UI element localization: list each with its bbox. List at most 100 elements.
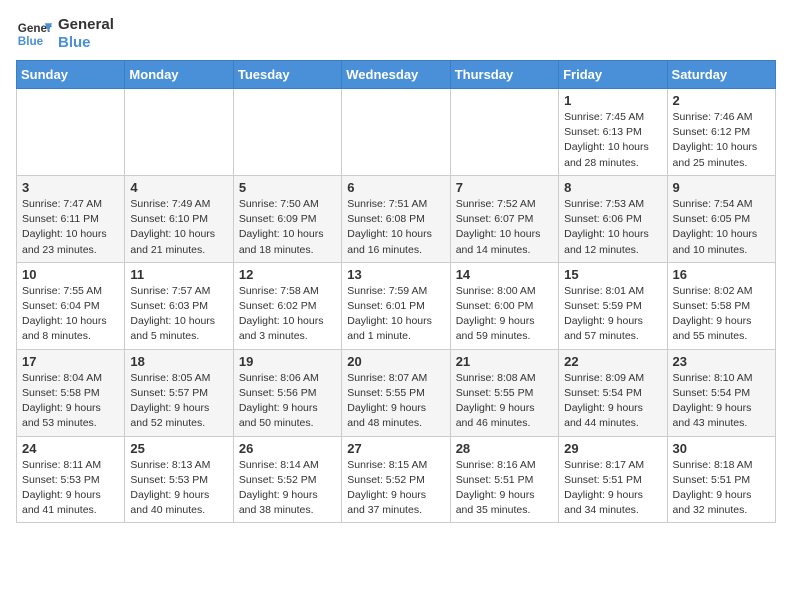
calendar-cell: 22 Sunrise: 8:09 AM Sunset: 5:54 PM Dayli… xyxy=(559,349,667,436)
calendar-cell xyxy=(125,89,233,176)
calendar-cell: 5Sunrise: 7:50 AM Sunset: 6:09 PM Daylig… xyxy=(233,175,341,262)
calendar-cell: 9Sunrise: 7:54 AM Sunset: 6:05 PM Daylig… xyxy=(667,175,775,262)
day-number: 3 xyxy=(22,180,119,195)
day-number: 11 xyxy=(130,267,227,282)
page-header: General Blue General Blue xyxy=(16,16,776,52)
calendar-week-4: 17 Sunrise: 8:04 AM Sunset: 5:58 PM Dayli… xyxy=(17,349,776,436)
calendar-cell: 19 Sunrise: 8:06 AM Sunset: 5:56 PM Dayli… xyxy=(233,349,341,436)
day-number: 8 xyxy=(564,180,661,195)
day-info: Sunrise: 8:15 AM Sunset: 5:52 PM Dayligh… xyxy=(347,458,444,519)
day-number: 18 xyxy=(130,354,227,369)
day-number: 12 xyxy=(239,267,336,282)
day-info: Sunrise: 7:55 AM Sunset: 6:04 PM Dayligh… xyxy=(22,284,119,345)
day-info: Sunrise: 8:11 AM Sunset: 5:53 PM Dayligh… xyxy=(22,458,119,519)
day-info: Sunrise: 8:14 AM Sunset: 5:52 PM Dayligh… xyxy=(239,458,336,519)
calendar-cell: 23 Sunrise: 8:10 AM Sunset: 5:54 PM Dayli… xyxy=(667,349,775,436)
day-number: 1 xyxy=(564,93,661,108)
calendar-cell: 21Sunrise: 8:08 AM Sunset: 5:55 PM Dayli… xyxy=(450,349,558,436)
calendar-cell: 18 Sunrise: 8:05 AM Sunset: 5:57 PM Dayli… xyxy=(125,349,233,436)
day-number: 25 xyxy=(130,441,227,456)
day-number: 23 xyxy=(673,354,770,369)
day-number: 4 xyxy=(130,180,227,195)
calendar-cell: 7 Sunrise: 7:52 AM Sunset: 6:07 PM Daylig… xyxy=(450,175,558,262)
calendar-cell: 13 Sunrise: 7:59 AM Sunset: 6:01 PM Dayli… xyxy=(342,262,450,349)
day-info: Sunrise: 7:54 AM Sunset: 6:05 PM Dayligh… xyxy=(673,197,770,258)
calendar-cell xyxy=(342,89,450,176)
day-number: 17 xyxy=(22,354,119,369)
day-number: 29 xyxy=(564,441,661,456)
day-of-week-sunday: Sunday xyxy=(17,61,125,89)
day-info: Sunrise: 7:59 AM Sunset: 6:01 PM Dayligh… xyxy=(347,284,444,345)
day-number: 5 xyxy=(239,180,336,195)
calendar-cell xyxy=(233,89,341,176)
day-info: Sunrise: 7:57 AM Sunset: 6:03 PM Dayligh… xyxy=(130,284,227,345)
day-number: 16 xyxy=(673,267,770,282)
calendar-week-2: 3 Sunrise: 7:47 AM Sunset: 6:11 PM Daylig… xyxy=(17,175,776,262)
calendar-cell: 11 Sunrise: 7:57 AM Sunset: 6:03 PM Dayli… xyxy=(125,262,233,349)
day-number: 26 xyxy=(239,441,336,456)
day-number: 28 xyxy=(456,441,553,456)
days-of-week-row: SundayMondayTuesdayWednesdayThursdayFrid… xyxy=(17,61,776,89)
day-info: Sunrise: 8:04 AM Sunset: 5:58 PM Dayligh… xyxy=(22,371,119,432)
calendar-table: SundayMondayTuesdayWednesdayThursdayFrid… xyxy=(16,60,776,523)
day-info: Sunrise: 7:52 AM Sunset: 6:07 PM Dayligh… xyxy=(456,197,553,258)
calendar-cell xyxy=(450,89,558,176)
calendar-week-3: 10 Sunrise: 7:55 AM Sunset: 6:04 PM Dayli… xyxy=(17,262,776,349)
day-info: Sunrise: 8:18 AM Sunset: 5:51 PM Dayligh… xyxy=(673,458,770,519)
day-info: Sunrise: 7:45 AM Sunset: 6:13 PM Dayligh… xyxy=(564,110,661,171)
logo-icon: General Blue xyxy=(16,16,52,52)
day-info: Sunrise: 8:01 AM Sunset: 5:59 PM Dayligh… xyxy=(564,284,661,345)
day-number: 22 xyxy=(564,354,661,369)
calendar-header: SundayMondayTuesdayWednesdayThursdayFrid… xyxy=(17,61,776,89)
calendar-cell: 14 Sunrise: 8:00 AM Sunset: 6:00 PM Dayli… xyxy=(450,262,558,349)
calendar-week-1: 1 Sunrise: 7:45 AM Sunset: 6:13 PM Daylig… xyxy=(17,89,776,176)
day-number: 10 xyxy=(22,267,119,282)
day-info: Sunrise: 7:46 AM Sunset: 6:12 PM Dayligh… xyxy=(673,110,770,171)
day-info: Sunrise: 8:13 AM Sunset: 5:53 PM Dayligh… xyxy=(130,458,227,519)
day-info: Sunrise: 8:17 AM Sunset: 5:51 PM Dayligh… xyxy=(564,458,661,519)
calendar-cell: 4 Sunrise: 7:49 AM Sunset: 6:10 PM Daylig… xyxy=(125,175,233,262)
day-info: Sunrise: 8:08 AM Sunset: 5:55 PM Dayligh… xyxy=(456,371,553,432)
day-info: Sunrise: 8:09 AM Sunset: 5:54 PM Dayligh… xyxy=(564,371,661,432)
calendar-cell: 2 Sunrise: 7:46 AM Sunset: 6:12 PM Daylig… xyxy=(667,89,775,176)
day-number: 2 xyxy=(673,93,770,108)
day-info: Sunrise: 7:47 AM Sunset: 6:11 PM Dayligh… xyxy=(22,197,119,258)
calendar-cell: 8Sunrise: 7:53 AM Sunset: 6:06 PM Daylig… xyxy=(559,175,667,262)
svg-text:Blue: Blue xyxy=(18,35,44,48)
day-number: 27 xyxy=(347,441,444,456)
calendar-cell: 29 Sunrise: 8:17 AM Sunset: 5:51 PM Dayli… xyxy=(559,436,667,523)
calendar-cell: 10 Sunrise: 7:55 AM Sunset: 6:04 PM Dayli… xyxy=(17,262,125,349)
day-info: Sunrise: 8:05 AM Sunset: 5:57 PM Dayligh… xyxy=(130,371,227,432)
day-of-week-monday: Monday xyxy=(125,61,233,89)
day-info: Sunrise: 8:16 AM Sunset: 5:51 PM Dayligh… xyxy=(456,458,553,519)
calendar-week-5: 24 Sunrise: 8:11 AM Sunset: 5:53 PM Dayli… xyxy=(17,436,776,523)
logo-name-general: General xyxy=(58,16,114,34)
calendar-cell: 1 Sunrise: 7:45 AM Sunset: 6:13 PM Daylig… xyxy=(559,89,667,176)
day-number: 15 xyxy=(564,267,661,282)
day-number: 13 xyxy=(347,267,444,282)
day-number: 7 xyxy=(456,180,553,195)
calendar-cell: 3 Sunrise: 7:47 AM Sunset: 6:11 PM Daylig… xyxy=(17,175,125,262)
day-number: 20 xyxy=(347,354,444,369)
day-number: 6 xyxy=(347,180,444,195)
calendar-cell xyxy=(17,89,125,176)
day-of-week-thursday: Thursday xyxy=(450,61,558,89)
day-info: Sunrise: 8:02 AM Sunset: 5:58 PM Dayligh… xyxy=(673,284,770,345)
calendar-cell: 17 Sunrise: 8:04 AM Sunset: 5:58 PM Dayli… xyxy=(17,349,125,436)
day-info: Sunrise: 8:06 AM Sunset: 5:56 PM Dayligh… xyxy=(239,371,336,432)
calendar-cell: 27 Sunrise: 8:15 AM Sunset: 5:52 PM Dayli… xyxy=(342,436,450,523)
day-number: 30 xyxy=(673,441,770,456)
day-of-week-tuesday: Tuesday xyxy=(233,61,341,89)
day-info: Sunrise: 8:10 AM Sunset: 5:54 PM Dayligh… xyxy=(673,371,770,432)
calendar-body: 1 Sunrise: 7:45 AM Sunset: 6:13 PM Daylig… xyxy=(17,89,776,523)
day-of-week-friday: Friday xyxy=(559,61,667,89)
day-number: 19 xyxy=(239,354,336,369)
day-info: Sunrise: 7:58 AM Sunset: 6:02 PM Dayligh… xyxy=(239,284,336,345)
day-number: 14 xyxy=(456,267,553,282)
day-info: Sunrise: 7:49 AM Sunset: 6:10 PM Dayligh… xyxy=(130,197,227,258)
calendar-cell: 24 Sunrise: 8:11 AM Sunset: 5:53 PM Dayli… xyxy=(17,436,125,523)
day-number: 24 xyxy=(22,441,119,456)
day-info: Sunrise: 8:00 AM Sunset: 6:00 PM Dayligh… xyxy=(456,284,553,345)
day-info: Sunrise: 8:07 AM Sunset: 5:55 PM Dayligh… xyxy=(347,371,444,432)
day-info: Sunrise: 7:51 AM Sunset: 6:08 PM Dayligh… xyxy=(347,197,444,258)
